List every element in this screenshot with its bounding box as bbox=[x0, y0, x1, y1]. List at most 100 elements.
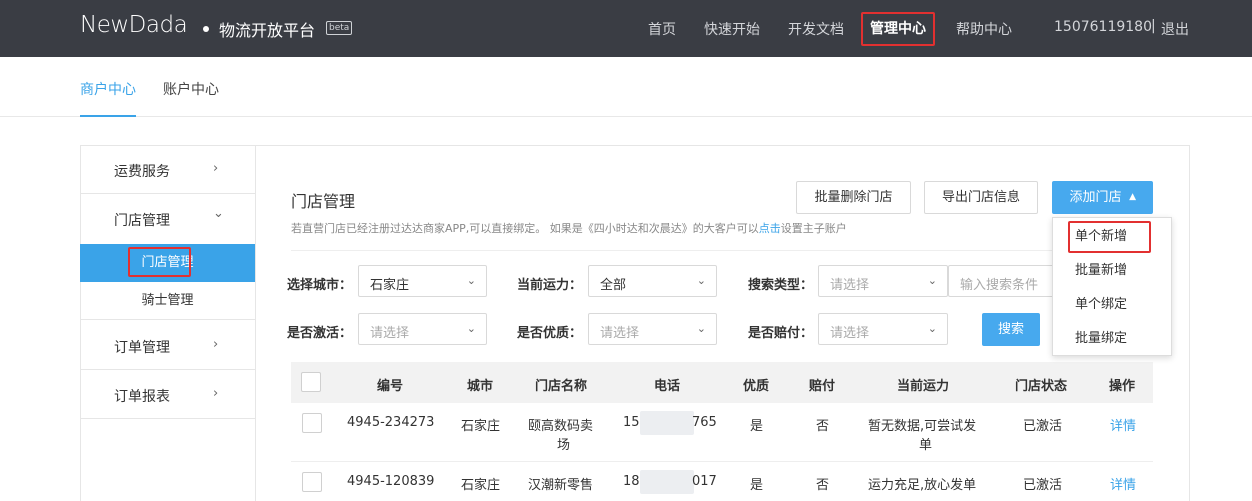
compensate-placeholder: 请选择 bbox=[830, 326, 870, 341]
chevron-down-icon: ⌄ bbox=[213, 206, 224, 221]
menu-item-batch-add[interactable]: 批量新增 bbox=[1053, 254, 1171, 288]
sidebar-item-label: 运费服务 bbox=[114, 164, 170, 180]
logo[interactable]: NewDada bbox=[80, 12, 188, 38]
cell-phone-prefix: 18 bbox=[623, 474, 640, 489]
tab-account-center[interactable]: 账户中心 bbox=[163, 79, 219, 99]
col-capacity: 当前运力 bbox=[897, 379, 950, 394]
compensate-select[interactable]: 请选择 ⌄ bbox=[818, 313, 948, 345]
cell-compensate: 否 bbox=[816, 478, 830, 493]
cell-compensate: 否 bbox=[816, 419, 830, 434]
tab-merchant-center[interactable]: 商户中心 bbox=[80, 79, 136, 99]
sidebar-item-label: 订单管理 bbox=[114, 340, 170, 356]
menu-item-single-bind[interactable]: 单个绑定 bbox=[1053, 288, 1171, 322]
row-checkbox[interactable] bbox=[302, 472, 322, 492]
search-button[interactable]: 搜索 bbox=[982, 313, 1040, 346]
search-input-placeholder: 输入搜索条件 bbox=[960, 278, 1039, 293]
cell-capacity-wrap: 单 bbox=[919, 438, 933, 453]
platform-name: 物流开放平台 bbox=[219, 21, 316, 40]
search-input[interactable]: 输入搜索条件 bbox=[948, 265, 1058, 297]
cell-status: 已激活 bbox=[1023, 478, 1063, 493]
chevron-right-icon: › bbox=[213, 161, 219, 176]
compensate-label: 是否赔付： bbox=[748, 326, 814, 341]
quality-label: 是否优质： bbox=[517, 326, 583, 341]
col-phone: 电话 bbox=[654, 379, 681, 394]
nav-dev-docs[interactable]: 开发文档 bbox=[788, 19, 844, 39]
col-store-name: 门店名称 bbox=[535, 379, 588, 394]
logout-link[interactable]: 退出 bbox=[1161, 19, 1189, 39]
sidebar-subitem-rider-management[interactable]: 骑士管理 bbox=[80, 282, 255, 320]
capacity-label: 当前运力： bbox=[517, 278, 583, 293]
sidebar-item-store-management[interactable]: 门店管理 ⌄ bbox=[80, 194, 255, 243]
search-type-label: 搜索类型： bbox=[748, 278, 814, 293]
top-bar: NewDada 物流开放平台 beta 首页 快速开始 开发文档 管理中心 帮助… bbox=[0, 0, 1252, 57]
row-checkbox[interactable] bbox=[302, 413, 322, 433]
cell-phone-prefix: 15 bbox=[623, 415, 640, 430]
col-action: 操作 bbox=[1109, 379, 1136, 394]
nav-home[interactable]: 首页 bbox=[648, 19, 676, 39]
sidebar-item-label: 订单报表 bbox=[114, 389, 170, 405]
header-separator: | bbox=[1151, 18, 1156, 34]
highlight-box bbox=[128, 247, 191, 277]
sidebar-item-freight[interactable]: 运费服务 › bbox=[80, 145, 255, 194]
user-phone: 15076119180 bbox=[1054, 19, 1152, 35]
beta-badge: beta bbox=[326, 21, 353, 35]
cell-city: 石家庄 bbox=[461, 478, 501, 493]
nav-help-center[interactable]: 帮助中心 bbox=[956, 19, 1012, 39]
active-tab-indicator bbox=[80, 115, 136, 117]
active-placeholder: 请选择 bbox=[370, 326, 410, 341]
col-city: 城市 bbox=[467, 379, 494, 394]
search-type-placeholder: 请选择 bbox=[830, 278, 870, 293]
select-all-checkbox[interactable] bbox=[301, 372, 321, 392]
export-button[interactable]: 导出门店信息 bbox=[924, 181, 1038, 214]
page-title: 门店管理 bbox=[291, 192, 356, 211]
logo-separator-dot bbox=[203, 26, 209, 32]
hint-link[interactable]: 点击 bbox=[759, 222, 781, 235]
nav-quick-start[interactable]: 快速开始 bbox=[704, 19, 760, 39]
city-select[interactable]: 石家庄 ⌄ bbox=[358, 265, 487, 297]
chevron-down-icon: ⌄ bbox=[927, 322, 937, 335]
divider bbox=[291, 250, 1153, 251]
phone-redaction bbox=[640, 470, 694, 494]
table-header: 编号 城市 门店名称 电话 优质 赔付 当前运力 门店状态 操作 bbox=[291, 362, 1153, 403]
row-divider bbox=[291, 461, 1153, 462]
sidebar-item-order-report[interactable]: 订单报表 › bbox=[80, 370, 255, 419]
cell-capacity: 暂无数据,可尝试发 bbox=[868, 419, 977, 434]
cell-city: 石家庄 bbox=[461, 419, 501, 434]
cell-quality: 是 bbox=[750, 419, 764, 434]
chevron-down-icon: ⌄ bbox=[696, 322, 706, 335]
chevron-down-icon: ⌄ bbox=[466, 274, 476, 287]
sidebar-item-order-management[interactable]: 订单管理 › bbox=[80, 321, 255, 370]
quality-placeholder: 请选择 bbox=[600, 326, 640, 341]
chevron-down-icon: ⌄ bbox=[696, 274, 706, 287]
cell-quality: 是 bbox=[750, 478, 764, 493]
cell-status: 已激活 bbox=[1023, 419, 1063, 434]
nav-management-center[interactable]: 管理中心 bbox=[861, 12, 935, 46]
chevron-down-icon: ⌄ bbox=[466, 322, 476, 335]
search-type-select[interactable]: 请选择 ⌄ bbox=[818, 265, 948, 297]
chevron-down-icon: ⌄ bbox=[927, 274, 937, 287]
quality-select[interactable]: 请选择 ⌄ bbox=[588, 313, 717, 345]
cell-store-name: 汉潮新零售 bbox=[528, 478, 594, 493]
capacity-value: 全部 bbox=[600, 278, 627, 293]
sidebar: 运费服务 › 门店管理 ⌄ 门店管理 骑士管理 订单管理 › 订单报表 › bbox=[80, 145, 256, 501]
cell-phone-suffix: 017 bbox=[692, 474, 717, 489]
detail-link[interactable]: 详情 bbox=[1110, 415, 1136, 434]
chevron-right-icon: › bbox=[213, 386, 219, 401]
batch-delete-button[interactable]: 批量删除门店 bbox=[796, 181, 911, 214]
col-compensate: 赔付 bbox=[809, 379, 836, 394]
menu-item-batch-bind[interactable]: 批量绑定 bbox=[1053, 322, 1171, 356]
cell-store-name: 颐高数码卖 bbox=[528, 419, 594, 434]
cell-id: 4945-120839 bbox=[347, 474, 435, 489]
capacity-select[interactable]: 全部 ⌄ bbox=[588, 265, 717, 297]
col-id: 编号 bbox=[377, 379, 404, 394]
sub-nav: 商户中心 账户中心 bbox=[0, 57, 1252, 117]
active-label: 是否激活： bbox=[287, 326, 353, 341]
col-status: 门店状态 bbox=[1015, 379, 1068, 394]
add-store-button[interactable]: 添加门店 ▲ bbox=[1052, 181, 1153, 214]
hint-prefix: 若直营门店已经注册过达达商家APP,可以直接绑定。 如果是《四小时达和次晨达》的… bbox=[291, 222, 759, 235]
chevron-right-icon: › bbox=[213, 337, 219, 352]
active-select[interactable]: 请选择 ⌄ bbox=[358, 313, 487, 345]
add-store-label: 添加门店 bbox=[1069, 190, 1122, 205]
detail-link[interactable]: 详情 bbox=[1110, 474, 1136, 493]
sidebar-item-label: 门店管理 bbox=[114, 213, 170, 229]
